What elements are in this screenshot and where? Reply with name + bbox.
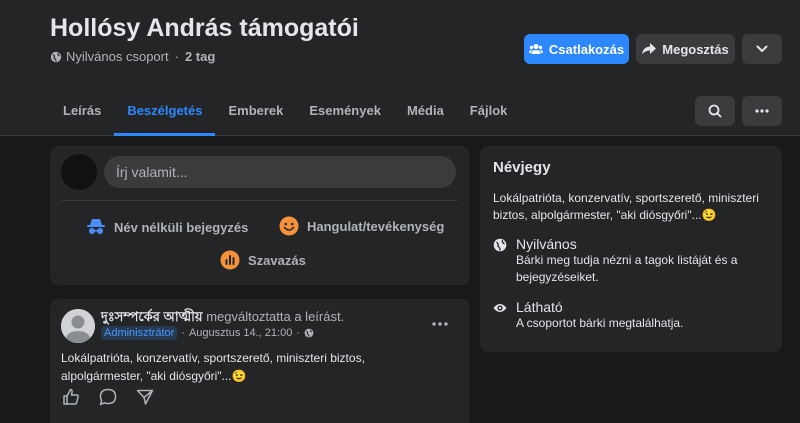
globe-icon [493,238,507,252]
tab-media[interactable]: Média [394,88,457,136]
visible-title: Látható [516,299,563,315]
post-action-text: megváltoztatta a leírást. [206,309,345,324]
tab-leiras[interactable]: Leírás [50,88,114,136]
post-author-name[interactable]: দুঃসম্পর্কের আত্মীয় [101,309,203,324]
poll-button[interactable]: Szavazás [220,250,306,270]
visible-description: A csoportot bárki megtalálhatja. [516,316,684,330]
incognito-icon [87,219,105,234]
post-timestamp[interactable]: Augusztus 14., 21:00 [189,327,292,339]
tab-beszelgetes[interactable]: Beszélgetés [114,88,216,136]
search-button[interactable] [695,96,735,126]
more-dots-icon [755,109,769,113]
group-tabs: Leírás Beszélgetés Emberek Események Méd… [50,88,520,136]
group-header: Hollósy András támogatói Nyilvános csopo… [0,0,800,136]
post-actions [62,388,154,406]
privacy-label: Nyilvános csoport [66,49,169,64]
meta-separator: · [296,327,300,339]
composer-divider [62,200,457,201]
tab-emberek[interactable]: Emberek [215,88,296,136]
composer-input[interactable]: Írj valamit... [104,156,456,188]
about-public: Nyilvános Bárki meg tudja nézni a tagok … [493,236,766,286]
anonymous-post-button[interactable]: Név nélküli bejegyzés [86,218,248,236]
post-meta: Adminisztrátor · Augusztus 14., 21:00 · [101,326,314,340]
like-icon [63,388,79,405]
group-icon [528,44,543,54]
meta-separator: · [174,49,179,64]
poll-label: Szavazás [248,252,306,268]
tab-esemenyek[interactable]: Események [296,88,394,136]
about-description: Lokálpatrióta, konzervatív, sportszerető… [493,191,759,222]
share-arrow-icon [642,43,657,55]
comment-button[interactable] [99,388,117,406]
poll-icon [220,250,240,270]
member-count[interactable]: 2 tag [185,49,215,64]
post-composer: Írj valamit... Név nélküli bejegyzés Han… [50,146,469,285]
like-button[interactable] [62,388,80,406]
group-meta: Nyilvános csoport · 2 tag [50,49,215,64]
join-button[interactable]: Csatlakozás [524,34,629,64]
share-label: Megosztás [662,41,729,57]
post-author-avatar[interactable] [61,309,95,343]
feed-post: দুঃসম্পর্কের আত্মীয় megváltoztatta a le… [50,299,469,423]
share-button[interactable]: Megosztás [636,34,735,64]
menu-button[interactable] [742,96,782,126]
feeling-activity-label: Hangulat/tevékenység [307,218,445,234]
about-visible: Látható A csoportot bárki megtalálhatja. [493,299,766,332]
post-menu-button[interactable] [432,313,456,333]
feeling-activity-button[interactable]: Hangulat/tevékenység [279,216,444,236]
anonymous-post-label: Név nélküli bejegyzés [114,219,249,235]
join-label: Csatlakozás [548,41,625,57]
search-icon [708,104,722,118]
more-dots-icon [432,322,448,326]
about-card: Névjegy Lokálpatrióta, konzervatív, spor… [480,146,782,352]
globe-icon [304,328,314,338]
chevron-down-icon [756,45,768,53]
default-avatar-icon [61,309,95,343]
post-body: Lokálpatrióta, konzervatív, sportszerető… [61,351,365,383]
user-avatar[interactable] [61,154,97,190]
more-button[interactable] [742,34,782,64]
public-description: Bárki meg tudja nézni a tagok listáját é… [516,253,738,284]
eye-icon [493,304,507,312]
comment-icon [99,388,117,406]
group-title: Hollósy András támogatói [50,14,359,42]
globe-icon [50,51,62,62]
meta-separator: · [181,327,185,339]
about-title: Névjegy [493,159,551,176]
public-title: Nyilvános [516,236,577,252]
admin-badge: Adminisztrátor [101,326,178,340]
send-icon [136,389,154,405]
smile-icon [279,216,299,236]
send-button[interactable] [136,388,154,406]
tab-fajlok[interactable]: Fájlok [457,88,521,136]
